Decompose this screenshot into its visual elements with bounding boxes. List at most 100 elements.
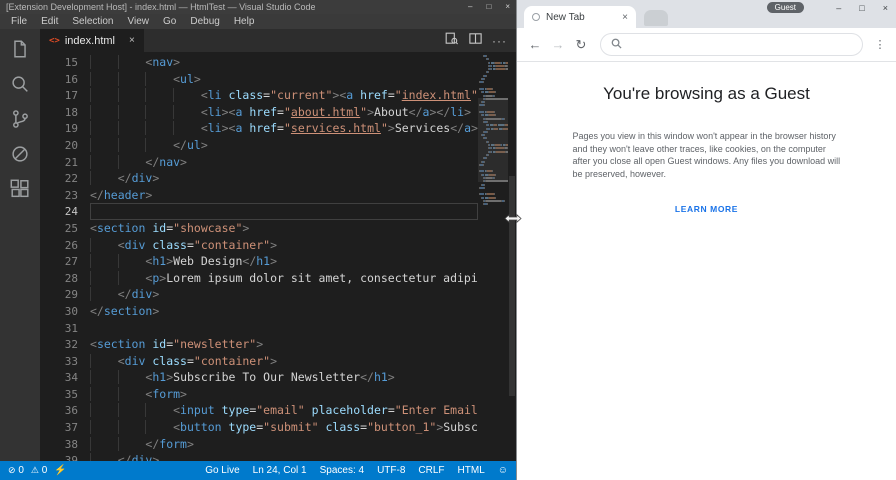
code-line-20[interactable]: 20 </ul> [40, 137, 478, 154]
code-line-27[interactable]: 27 <h1>Web Design</h1> [40, 253, 478, 270]
code-line-25[interactable]: 25 <section id="showcase"> [40, 220, 478, 237]
lightning-icon[interactable]: ⚡ [54, 465, 66, 476]
code-line-17[interactable]: 17 <li class="current"><a href="index.ht… [40, 87, 478, 104]
minimap-slider[interactable] [478, 98, 508, 182]
close-button[interactable]: × [505, 0, 510, 14]
line-number: 25 [64, 221, 78, 235]
line-number: 28 [64, 271, 78, 285]
line-number: 37 [64, 421, 78, 435]
code-line-26[interactable]: 26 <div class="container"> [40, 237, 478, 254]
line-number: 30 [64, 304, 78, 318]
code-line-21[interactable]: 21 </nav> [40, 154, 478, 171]
code-line-34[interactable]: 34 <h1>Subscribe To Our Newsletter</h1> [40, 369, 478, 386]
menu-file[interactable]: File [4, 16, 34, 27]
line-number: 15 [64, 56, 78, 69]
tab-label: index.html [64, 34, 115, 47]
code-line-29[interactable]: 29 </div> [40, 286, 478, 303]
address-bar[interactable] [600, 33, 863, 56]
vscode-window-controls: – □ × [468, 0, 510, 14]
code-line-39[interactable]: 39 </div> [40, 452, 478, 461]
menu-debug[interactable]: Debug [183, 16, 226, 27]
browser-tab-new-tab[interactable]: New Tab × [524, 6, 636, 28]
guest-badge[interactable]: Guest [766, 2, 804, 13]
line-number: 18 [64, 105, 78, 119]
reload-button[interactable]: ↻ [571, 37, 591, 53]
error-icon: ⊘ [8, 465, 16, 475]
minimize-button[interactable]: – [468, 0, 472, 14]
minimap[interactable] [478, 52, 508, 461]
warning-icon: ⚠ [30, 465, 39, 475]
more-actions-icon[interactable]: ··· [492, 34, 507, 48]
maximize-button[interactable]: □ [486, 0, 491, 14]
learn-more-link[interactable]: LEARN MORE [675, 204, 738, 214]
code-line-31[interactable]: 31 [40, 320, 478, 337]
editor[interactable]: 15 <nav> 16 <ul> 17 <li class="current"><a… [40, 52, 516, 461]
debug-icon[interactable] [9, 143, 31, 165]
status-indentation[interactable]: Spaces: 4 [320, 465, 364, 476]
back-button[interactable]: ← [525, 37, 545, 52]
line-number: 20 [64, 138, 78, 152]
tab-close-icon[interactable]: × [129, 35, 135, 46]
feedback-smiley-icon[interactable]: ☺ [498, 465, 508, 476]
errors-indicator[interactable]: ⊘ 0 [8, 465, 24, 476]
code-line-18[interactable]: 18 <li><a href="about.html">About</a></l… [40, 104, 478, 121]
tab-close-icon[interactable]: × [622, 12, 628, 23]
code-line-22[interactable]: 22 </div> [40, 170, 478, 187]
menu-go[interactable]: Go [156, 16, 183, 27]
menu-view[interactable]: View [121, 16, 157, 27]
editor-scrollbar[interactable] [508, 52, 516, 461]
menu-help[interactable]: Help [227, 16, 262, 27]
window-title: [Extension Development Host] - index.htm… [6, 2, 316, 12]
code-line-30[interactable]: 30 </section> [40, 303, 478, 320]
code-line-35[interactable]: 35 <form> [40, 386, 478, 403]
line-number: 35 [64, 387, 78, 401]
source-control-icon[interactable] [9, 108, 31, 130]
code-line-37[interactable]: 37 <button type="submit" class="button_1… [40, 419, 478, 436]
maximize-button[interactable]: □ [859, 3, 864, 13]
code-line-24[interactable]: 24 [40, 203, 478, 220]
status-eol[interactable]: CRLF [418, 465, 444, 476]
search-icon[interactable] [9, 73, 31, 95]
status-language-mode[interactable]: HTML [458, 465, 485, 476]
split-editor-icon[interactable] [468, 31, 483, 51]
code-line-23[interactable]: 23 </header> [40, 187, 478, 204]
scrollbar-thumb[interactable] [509, 176, 515, 396]
code-line-15[interactable]: 15 <nav> [40, 54, 478, 71]
code-line-28[interactable]: 28 <p>Lorem ipsum dolor sit amet, consec… [40, 270, 478, 287]
tab-index-html[interactable]: <> index.html × [40, 29, 144, 52]
tab-favicon-icon [532, 13, 540, 21]
chrome-toolbar: ← → ↻ ⋮ [517, 28, 896, 62]
code-line-19[interactable]: 19 <li><a href="services.html">Services<… [40, 120, 478, 137]
vscode-titlebar: [Extension Development Host] - index.htm… [0, 0, 516, 14]
code-area[interactable]: 15 <nav> 16 <ul> 17 <li class="current"><a… [40, 52, 478, 461]
warnings-indicator[interactable]: ⚠ 0 [31, 465, 47, 476]
chrome-menu-icon[interactable]: ⋮ [872, 38, 888, 51]
line-number: 34 [64, 371, 78, 385]
code-line-36[interactable]: 36 <input type="email" placeholder="Ente… [40, 402, 478, 419]
new-tab-button[interactable] [644, 10, 668, 26]
status-go-live[interactable]: Go Live [205, 465, 239, 476]
browser-tab-title: New Tab [546, 11, 585, 23]
explorer-icon[interactable] [9, 38, 31, 60]
line-number: 31 [64, 321, 78, 335]
code-line-16[interactable]: 16 <ul> [40, 71, 478, 88]
line-number: 17 [64, 89, 78, 103]
open-preview-icon[interactable] [444, 31, 459, 51]
line-number: 21 [64, 155, 78, 169]
address-bar-input[interactable] [629, 39, 852, 50]
status-cursor-position[interactable]: Ln 24, Col 1 [253, 465, 307, 476]
line-number: 23 [64, 188, 78, 202]
code-line-32[interactable]: 32 <section id="newsletter"> [40, 336, 478, 353]
forward-button[interactable]: → [548, 37, 568, 52]
close-button[interactable]: × [883, 3, 888, 13]
status-encoding[interactable]: UTF-8 [377, 465, 405, 476]
chrome-window-controls: – □ × [836, 1, 888, 15]
extensions-icon[interactable] [9, 178, 31, 200]
minimize-button[interactable]: – [836, 3, 841, 13]
code-line-38[interactable]: 38 </form> [40, 436, 478, 453]
guest-heading: You're browsing as a Guest [603, 84, 810, 103]
line-number: 29 [64, 288, 78, 302]
menu-edit[interactable]: Edit [34, 16, 65, 27]
menu-selection[interactable]: Selection [65, 16, 120, 27]
code-line-33[interactable]: 33 <div class="container"> [40, 353, 478, 370]
